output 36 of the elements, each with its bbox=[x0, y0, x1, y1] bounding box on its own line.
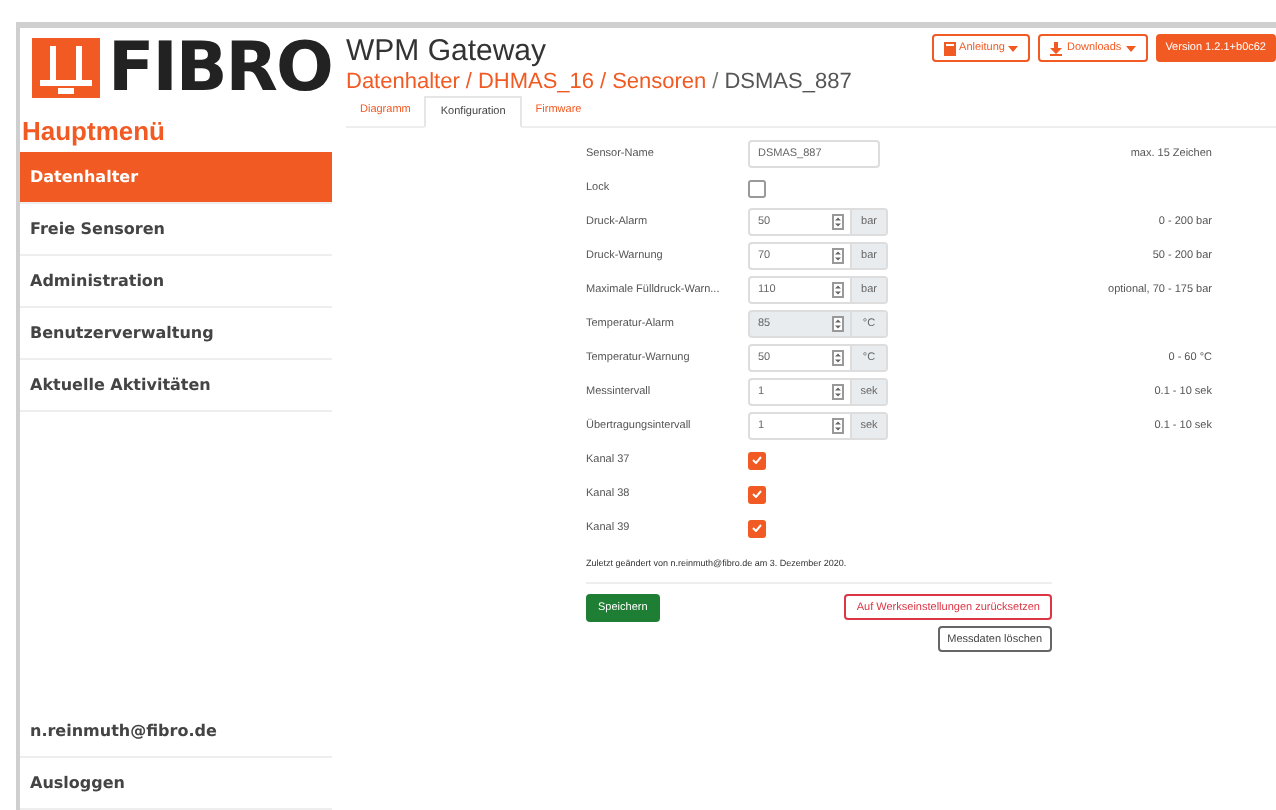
app-title: WPM Gateway bbox=[346, 32, 549, 68]
checkbox[interactable] bbox=[748, 451, 766, 469]
checkbox[interactable] bbox=[748, 179, 766, 197]
menu-item[interactable]: Datenhalter bbox=[20, 152, 332, 204]
menu-item[interactable]: Freie Sensoren bbox=[20, 204, 332, 256]
checkbox[interactable] bbox=[748, 519, 766, 537]
caret-icon bbox=[1125, 45, 1136, 51]
breadcrumb-link[interactable]: Datenhalter bbox=[346, 70, 460, 94]
breadcrumb-separator: / bbox=[600, 70, 607, 94]
check-icon bbox=[752, 456, 762, 464]
spinner-icon bbox=[832, 282, 844, 298]
menu-item[interactable]: Ausloggen bbox=[20, 758, 332, 810]
breadcrumb-link[interactable]: DHMAS_16 bbox=[477, 70, 595, 94]
menu-item[interactable]: Benutzerverwaltung bbox=[20, 308, 332, 360]
caret-icon bbox=[1008, 45, 1019, 51]
check-icon bbox=[752, 490, 762, 498]
spinner-icon bbox=[832, 214, 844, 230]
breadcrumb-current: DSMAS_887 bbox=[724, 70, 852, 94]
breadcrumb-separator: / bbox=[465, 70, 472, 94]
menu-item[interactable]: Administration bbox=[20, 256, 332, 308]
check-icon bbox=[752, 524, 762, 532]
logo-icon bbox=[32, 38, 100, 98]
breadcrumb-link[interactable]: Sensoren bbox=[612, 70, 707, 94]
menu-title: Hauptmenü bbox=[20, 114, 167, 150]
breadcrumb-separator: / bbox=[712, 70, 719, 94]
logo-text: FIBRO bbox=[108, 36, 332, 100]
menu-item[interactable]: Aktuelle Aktivitäten bbox=[20, 360, 332, 412]
book-icon bbox=[943, 41, 956, 55]
download-icon bbox=[1050, 41, 1063, 55]
checkbox[interactable] bbox=[748, 485, 766, 503]
spinner-icon bbox=[832, 384, 844, 400]
spinner-icon bbox=[832, 248, 844, 264]
spinner-icon bbox=[832, 418, 844, 434]
spinner-icon bbox=[832, 316, 844, 332]
spinner-icon bbox=[832, 350, 844, 366]
menu-item[interactable]: n.reinmuth@fibro.de bbox=[20, 706, 332, 758]
